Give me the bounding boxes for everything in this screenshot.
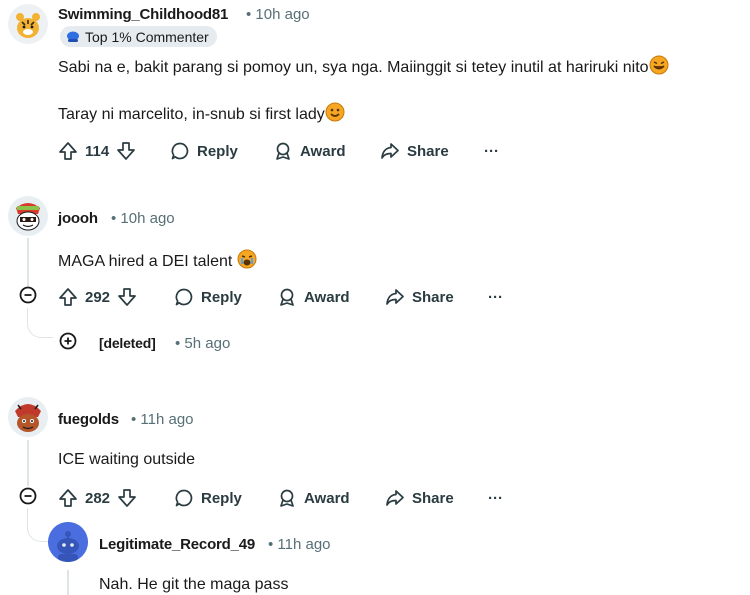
- reply-label: Reply: [201, 288, 242, 306]
- expand-reply-button[interactable]: [58, 332, 78, 355]
- comment-body-second-line: Taray ni marcelito, in-snub si first lad…: [58, 102, 345, 127]
- award-button[interactable]: Award: [277, 285, 350, 309]
- comment-body: Nah. He git the maga pass: [99, 576, 288, 594]
- award-label: Award: [304, 489, 350, 507]
- snoo-avatar-icon: [8, 196, 48, 236]
- collapse-minus-icon: [19, 487, 37, 510]
- more-options-icon: ···: [484, 142, 499, 160]
- reply-label: Reply: [197, 142, 238, 160]
- reply-label: Reply: [201, 489, 242, 507]
- avatar[interactable]: [8, 4, 48, 44]
- comment-timestamp: • 11h ago: [268, 536, 331, 553]
- upvote-icon[interactable]: [58, 488, 78, 508]
- more-options-button[interactable]: ···: [488, 285, 503, 309]
- thread-connector: [27, 508, 49, 542]
- smiling-emoji-icon: [325, 102, 345, 127]
- award-button[interactable]: Award: [273, 139, 346, 163]
- thread-line[interactable]: [27, 238, 29, 286]
- share-label: Share: [407, 142, 449, 160]
- collapse-thread-button[interactable]: [18, 286, 38, 309]
- share-arrow-icon: [385, 488, 405, 508]
- comment-action-bar: 292 Reply Award Share ···: [58, 285, 518, 309]
- comment-text: Sabi na e, bakit parang si pomoy un, sya…: [58, 59, 649, 76]
- rolling-laughing-emoji-icon: [649, 55, 669, 80]
- thread-line[interactable]: [27, 440, 29, 486]
- thread-connector: [27, 308, 53, 338]
- comment-timestamp: • 10h ago: [111, 210, 175, 227]
- share-button[interactable]: Share: [380, 139, 449, 163]
- comment-action-bar: 282 Reply Award Share ···: [58, 486, 518, 510]
- crying-emoji-icon: [237, 249, 257, 274]
- vote-group: 114: [58, 139, 136, 163]
- comment-body: MAGA hired a DEI talent: [58, 249, 257, 274]
- thread-line[interactable]: [67, 570, 69, 595]
- reply-button[interactable]: Reply: [174, 285, 242, 309]
- comment-text: Taray ni marcelito, in-snub si first lad…: [58, 106, 325, 123]
- reply-bubble-icon: [174, 287, 194, 307]
- comment-timestamp: • 10h ago: [246, 6, 310, 23]
- share-button[interactable]: Share: [385, 486, 454, 510]
- award-icon: [277, 488, 297, 508]
- comment-text: Nah. He git the maga pass: [99, 576, 289, 593]
- badge-label: Top 1% Commenter: [85, 28, 209, 45]
- comment-text: MAGA hired a DEI talent: [58, 253, 233, 270]
- reply-button[interactable]: Reply: [170, 139, 238, 163]
- award-button[interactable]: Award: [277, 486, 350, 510]
- deleted-username: [deleted]: [99, 335, 156, 351]
- comment-body: ICE waiting outside: [58, 451, 195, 469]
- collapse-minus-icon: [19, 286, 37, 309]
- comment-timestamp: • 11h ago: [131, 411, 194, 428]
- top-commenter-badge: Top 1% Commenter: [60, 26, 217, 47]
- downvote-icon[interactable]: [117, 287, 137, 307]
- vote-group: 292: [58, 285, 137, 309]
- downvote-icon[interactable]: [117, 488, 137, 508]
- tiger-avatar-icon: [8, 4, 48, 44]
- badge-icon: [67, 31, 79, 42]
- share-button[interactable]: Share: [385, 285, 454, 309]
- snoo-avatar-icon: [8, 397, 48, 437]
- avatar[interactable]: [8, 397, 48, 437]
- award-label: Award: [300, 142, 346, 160]
- award-icon: [277, 287, 297, 307]
- comment-action-bar: 114 Reply Award Share ···: [58, 139, 518, 163]
- downvote-icon[interactable]: [116, 141, 136, 161]
- comment-text: ICE waiting outside: [58, 451, 195, 468]
- reply-bubble-icon: [170, 141, 190, 161]
- comment-body: Sabi na e, bakit parang si pomoy un, sya…: [58, 55, 669, 80]
- comment-username[interactable]: joooh: [58, 210, 98, 227]
- award-icon: [273, 141, 293, 161]
- reply-bubble-icon: [174, 488, 194, 508]
- award-label: Award: [304, 288, 350, 306]
- reply-button[interactable]: Reply: [174, 486, 242, 510]
- share-arrow-icon: [385, 287, 405, 307]
- avatar[interactable]: [48, 522, 88, 562]
- avatar[interactable]: [8, 196, 48, 236]
- share-arrow-icon: [380, 141, 400, 161]
- share-label: Share: [412, 288, 454, 306]
- comment-username[interactable]: fuegolds: [58, 411, 119, 428]
- more-options-button[interactable]: ···: [484, 139, 499, 163]
- more-options-icon: ···: [488, 489, 503, 507]
- comment-username[interactable]: Legitimate_Record_49: [99, 536, 255, 553]
- vote-count: 114: [85, 142, 110, 160]
- more-options-button[interactable]: ···: [488, 486, 503, 510]
- default-snoo-avatar-icon: [48, 522, 88, 562]
- vote-count: 292: [85, 288, 111, 306]
- share-label: Share: [412, 489, 454, 507]
- vote-group: 282: [58, 486, 137, 510]
- upvote-icon[interactable]: [58, 141, 78, 161]
- expand-plus-icon: [59, 332, 77, 355]
- more-options-icon: ···: [488, 288, 503, 306]
- comment-timestamp: • 5h ago: [175, 335, 231, 352]
- upvote-icon[interactable]: [58, 287, 78, 307]
- comment-username[interactable]: Swimming_Childhood81: [58, 6, 228, 23]
- collapse-thread-button[interactable]: [18, 487, 38, 510]
- vote-count: 282: [85, 489, 111, 507]
